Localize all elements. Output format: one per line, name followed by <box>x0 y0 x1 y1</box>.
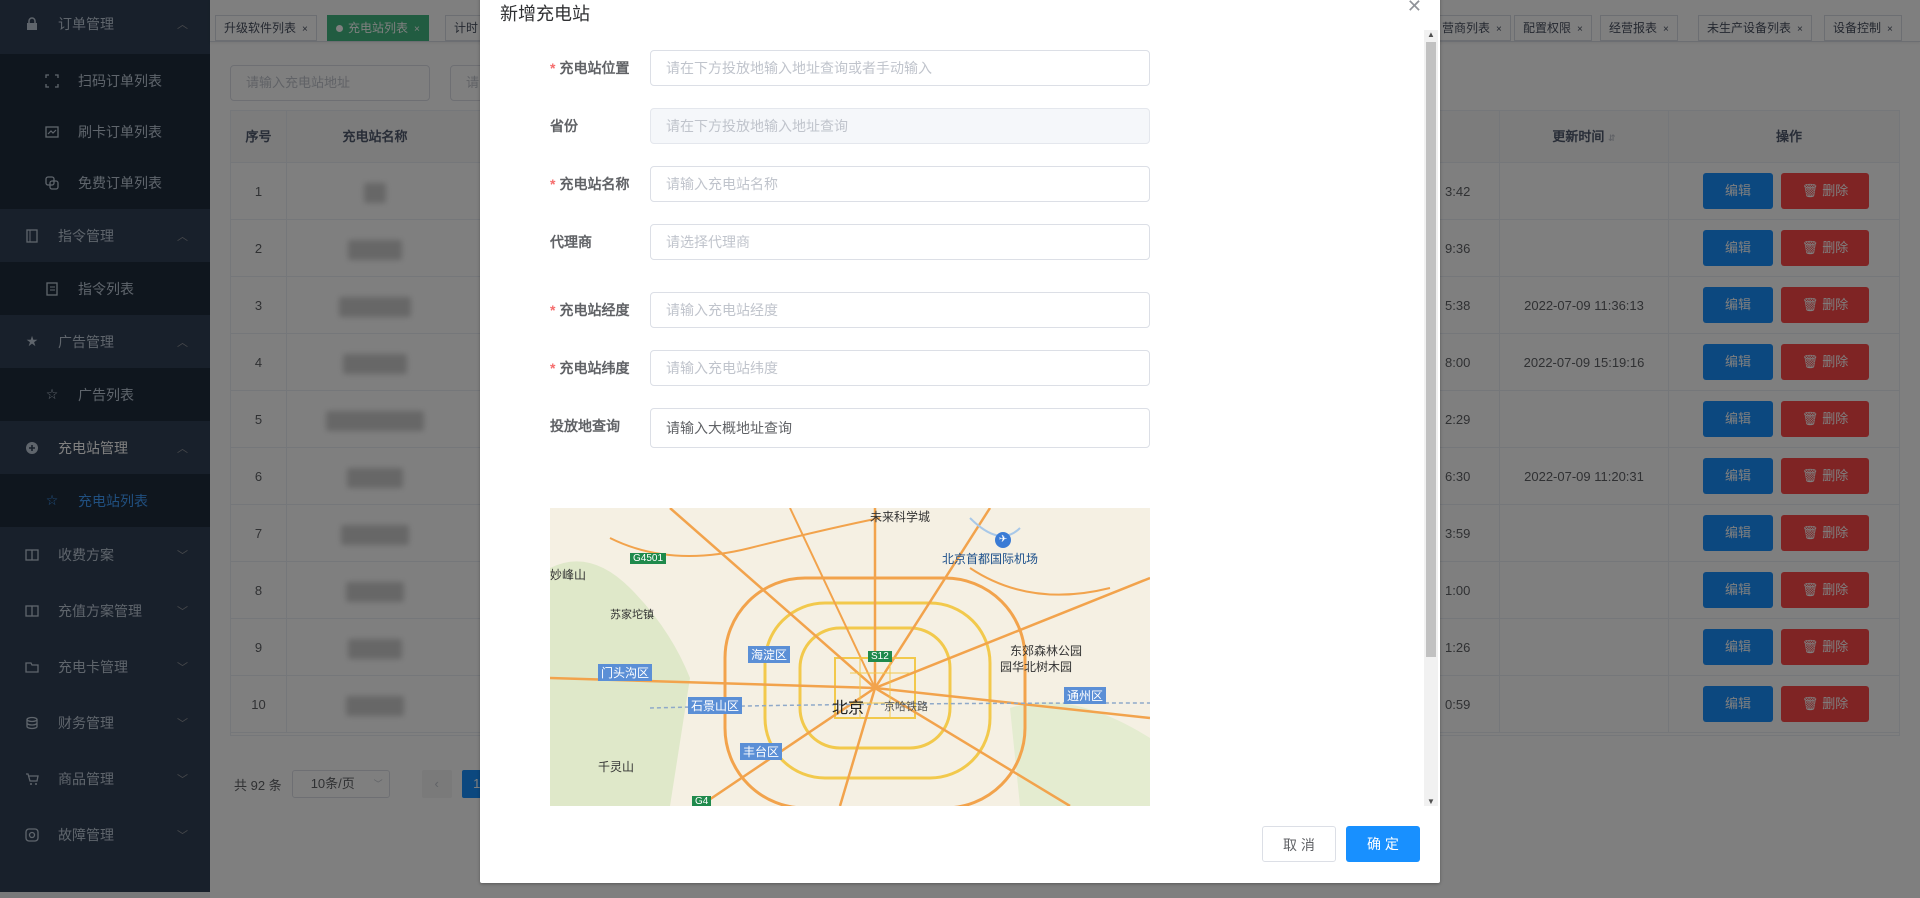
query-label: 投放地查询 <box>550 408 650 444</box>
location-label: * 充电站位置 <box>550 60 630 76</box>
cancel-button[interactable]: 取 消 <box>1262 826 1336 862</box>
province-label: 省份 <box>550 108 650 144</box>
station-name-input[interactable]: 请输入充电站名称 <box>650 166 1150 202</box>
map-label-g4501: G4501 <box>630 553 667 564</box>
agent-label-text: 代理商 <box>550 234 592 250</box>
scroll-down-icon[interactable]: ▼ <box>1427 797 1435 806</box>
map-label-beijing: 北京 <box>832 700 865 717</box>
map-label-fengtai: 丰台区 <box>740 743 783 760</box>
name-label: * 充电站名称 <box>550 176 630 192</box>
map-label-tongzhou: 通州区 <box>1064 687 1107 704</box>
longitude-input[interactable]: 请输入充电站经度 <box>650 292 1150 328</box>
map-label-haidian: 海淀区 <box>748 646 791 663</box>
map-label-s12: S12 <box>868 651 892 662</box>
location-input[interactable]: 请在下方投放地输入地址查询或者手动输入 <box>650 50 1150 86</box>
map-label-shangzhuang: 苏家坨镇 <box>610 609 654 621</box>
map-label-jingha: 京哈铁路 <box>884 701 928 713</box>
location-label-text: 充电站位置 <box>559 60 630 76</box>
lat-label-text: 充电站纬度 <box>559 360 630 376</box>
lat-label: * 充电站纬度 <box>550 360 630 376</box>
scroll-up-icon[interactable]: ▲ <box>1427 30 1435 39</box>
map-label-shijingshan: 石景山区 <box>688 697 743 714</box>
scrollbar-thumb[interactable] <box>1426 42 1436 657</box>
app: 订单管理 ︿ 扫码订单列表 刷卡订单列表 免费订单列表 指令管理 <box>0 0 1920 898</box>
map-label-mentougou: 门头沟区 <box>598 664 653 681</box>
add-station-dialog: 新增充电站 ✕ * 充电站位置 请在下方投放地输入地址查询或者手动输入 省份 请在… <box>480 0 1440 883</box>
lng-label-text: 充电站经度 <box>559 302 630 318</box>
agent-label: 代理商 <box>550 224 650 260</box>
map-label-park2: 园华北树木园 <box>1000 660 1073 674</box>
query-label-text: 投放地查询 <box>550 418 620 434</box>
lng-label: * 充电站经度 <box>550 302 630 318</box>
map-label-airport: 北京首都国际机场 <box>942 552 1039 566</box>
map-label-park: 东郊森林公园 <box>1010 644 1083 658</box>
province-input: 请在下方投放地输入地址查询 <box>650 108 1150 144</box>
agent-select[interactable]: 请选择代理商 <box>650 224 1150 260</box>
province-label-text: 省份 <box>550 118 578 134</box>
airport-icon: ✈ <box>995 532 1011 548</box>
close-icon[interactable]: ✕ <box>1407 0 1422 17</box>
address-query-input[interactable]: 请输入大概地址查询 <box>650 408 1150 448</box>
map-label-future-city: 未来科学城 <box>870 510 931 524</box>
dialog-body: * 充电站位置 请在下方投放地输入地址查询或者手动输入 省份 请在下方投放地输入地… <box>480 30 1440 806</box>
map-label-miaofeng: 妙峰山 <box>550 568 587 582</box>
name-label-text: 充电站名称 <box>559 176 630 192</box>
map-label-qianling: 千灵山 <box>598 760 635 774</box>
confirm-button[interactable]: 确 定 <box>1346 826 1420 862</box>
dialog-scrollbar[interactable]: ▲ ▼ <box>1424 30 1438 806</box>
latitude-input[interactable]: 请输入充电站纬度 <box>650 350 1150 386</box>
map-label-g4: G4 <box>692 796 712 806</box>
map-view[interactable]: 未来科学城 ✈ 北京首都国际机场 G4501 妙峰山 苏家坨镇 海淀区 S12 … <box>550 508 1150 806</box>
dialog-title: 新增充电站 <box>500 4 590 24</box>
